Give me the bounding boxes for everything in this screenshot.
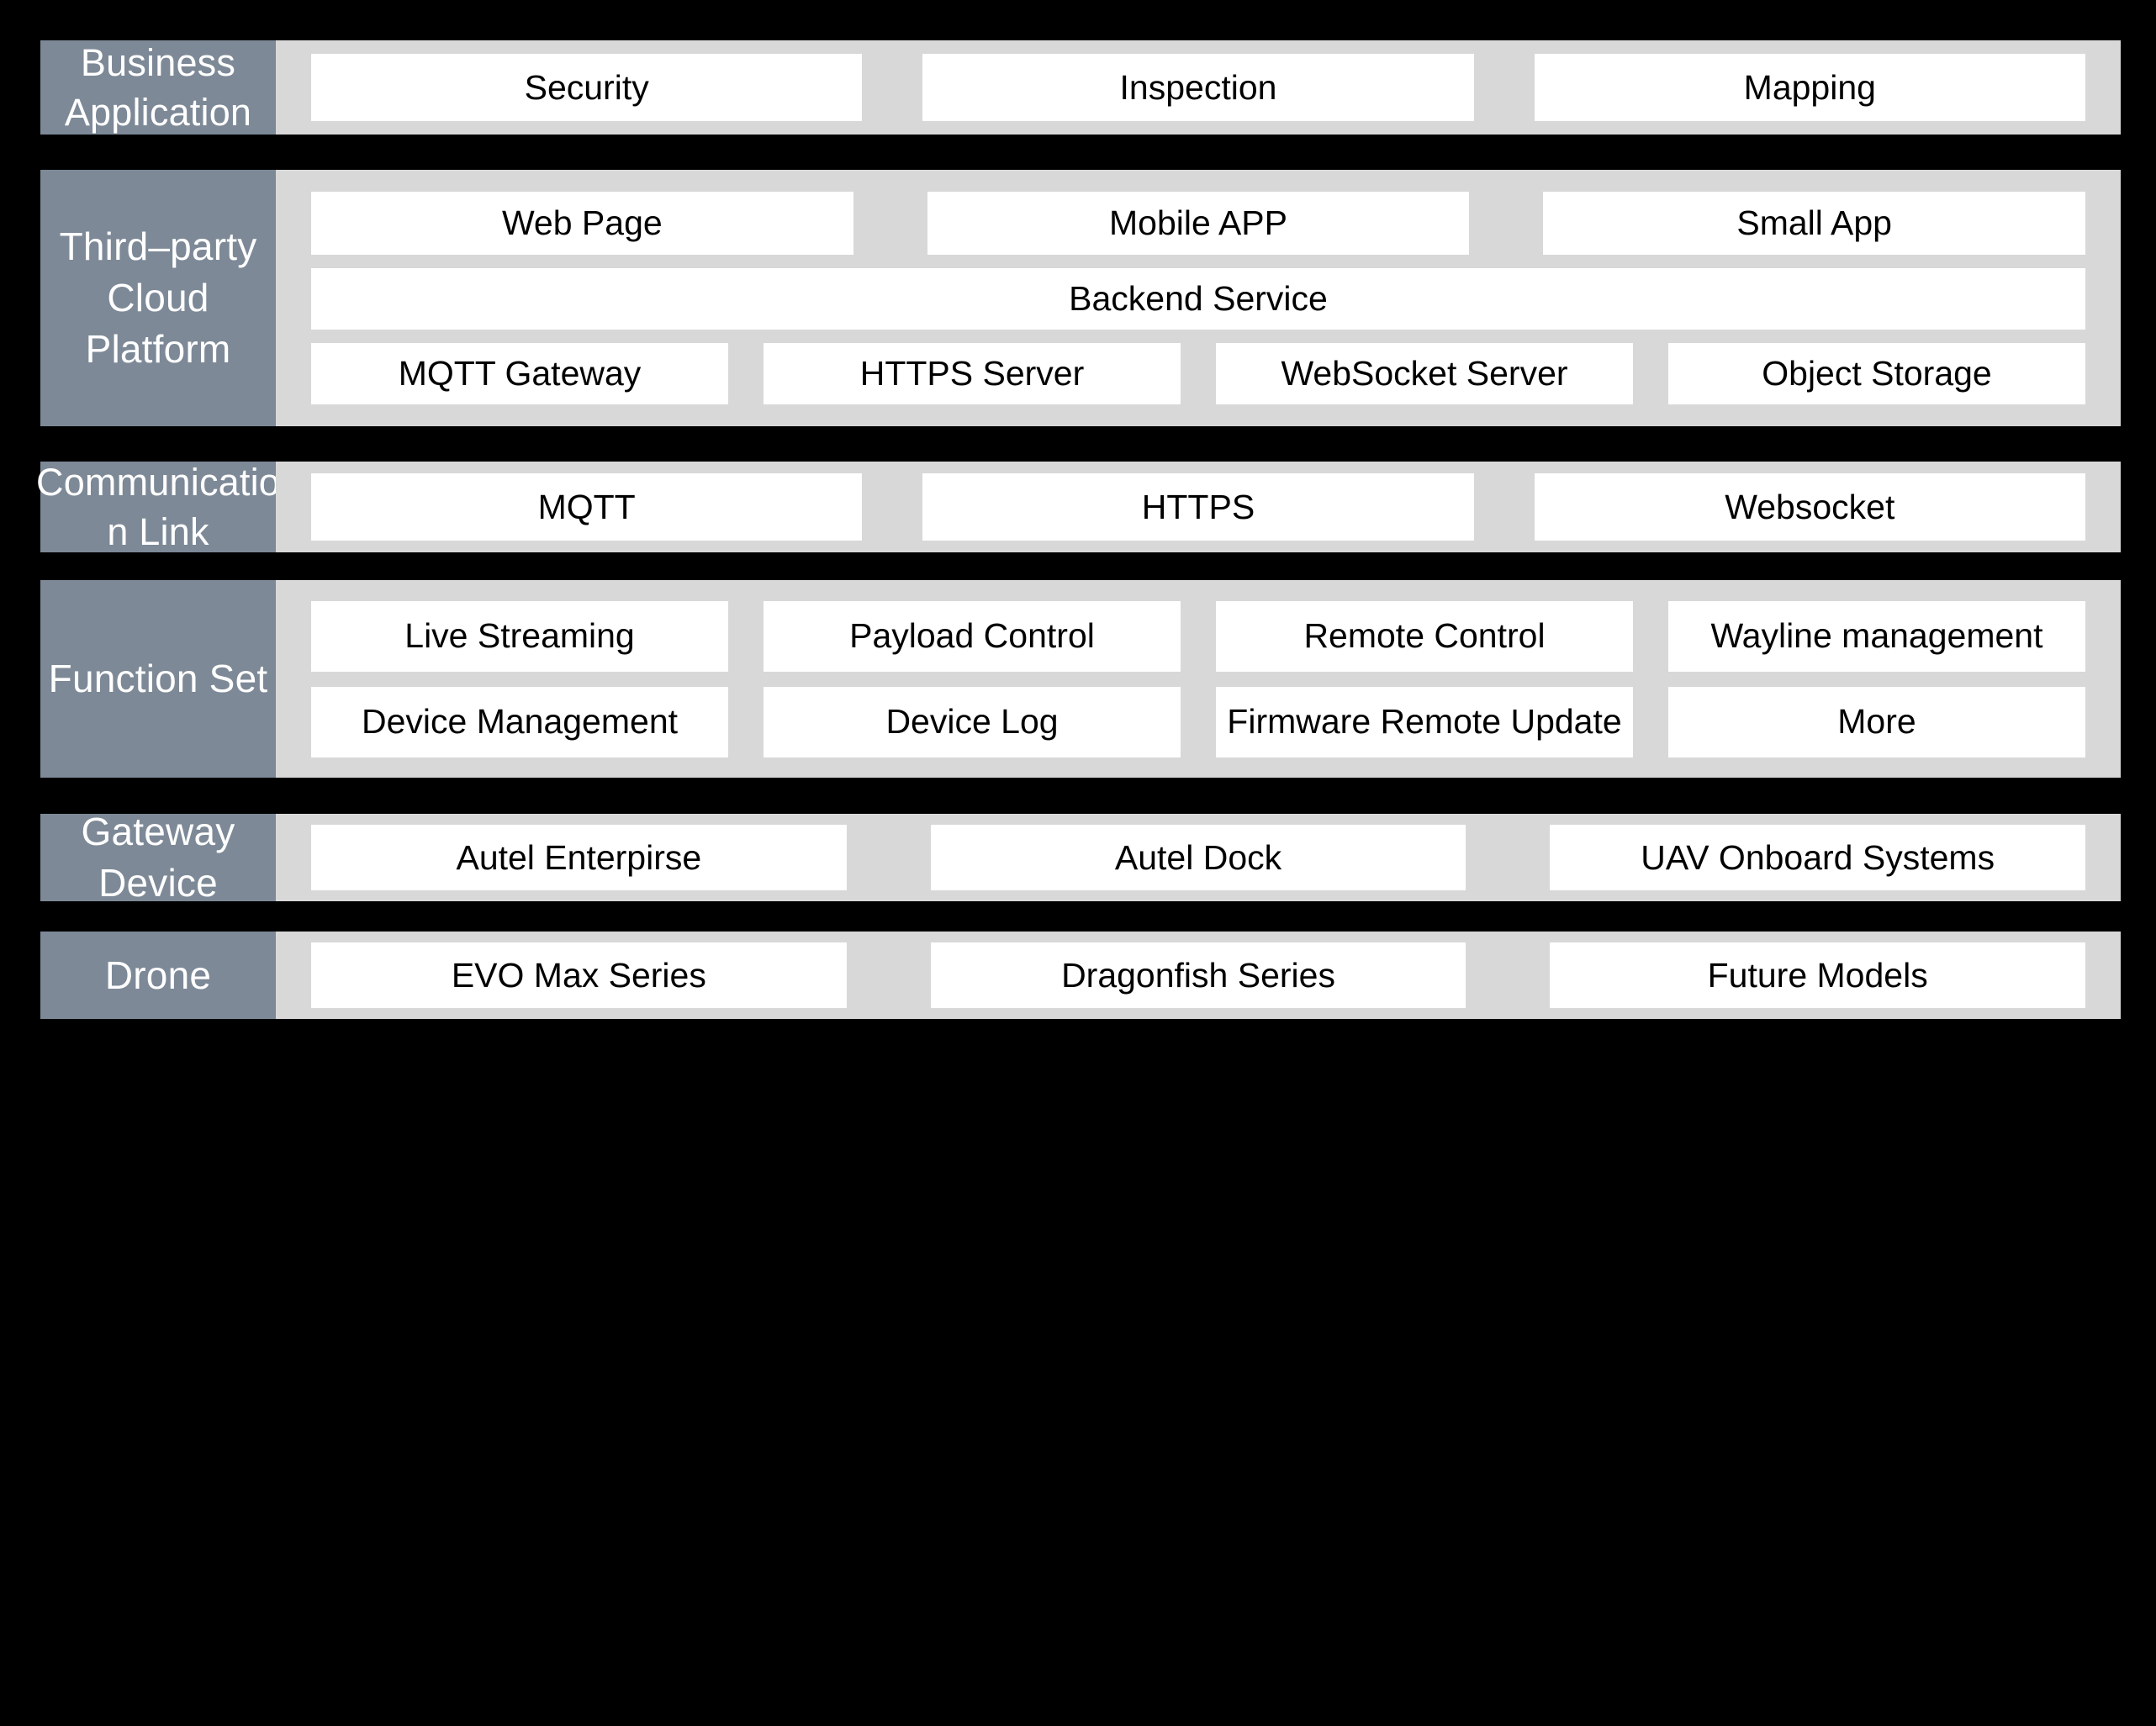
layer-label-communication-link: Communicatio n Link [36, 460, 281, 553]
layer-communication-link: Communicatio n Link MQTT HTTPS Websocket [36, 460, 2121, 553]
node-row: EVO Max Series Dragonfish Series Future … [311, 942, 2086, 1008]
node-row: Autel Enterpirse Autel Dock UAV Onboard … [311, 825, 2086, 890]
node-remote-control[interactable]: Remote Control [1216, 600, 1633, 672]
node-firmware-remote-update[interactable]: Firmware Remote Update [1216, 686, 1633, 757]
node-device-log[interactable]: Device Log [764, 686, 1181, 757]
node-device-management[interactable]: Device Management [311, 686, 728, 757]
layer-drone: Drone EVO Max Series Dragonfish Series F… [40, 932, 2121, 1019]
node-backend-service[interactable]: Backend Service [311, 267, 2085, 330]
node-autel-enterprise[interactable]: Autel Enterpirse [311, 825, 847, 890]
node-payload-control[interactable]: Payload Control [764, 600, 1181, 672]
layer-body-communication-link: MQTT HTTPS Websocket [276, 462, 2121, 552]
node-small-app[interactable]: Small App [1543, 192, 2086, 255]
node-web-page[interactable]: Web Page [311, 192, 853, 255]
node-inspection[interactable]: Inspection [922, 54, 1474, 121]
layer-third-party-cloud-platform: Third–party Cloud Platform Web Page Mobi… [40, 170, 2121, 426]
layer-label-function-set: Function Set [40, 580, 276, 778]
node-row: Backend Service [311, 267, 2085, 330]
layer-body-third-party-cloud-platform: Web Page Mobile APP Small App Backend Se… [276, 170, 2121, 426]
layer-body-gateway-device: Autel Enterpirse Autel Dock UAV Onboard … [276, 814, 2121, 901]
node-mqtt[interactable]: MQTT [311, 473, 863, 541]
layer-label-drone: Drone [40, 932, 276, 1019]
node-row: Live Streaming Payload Control Remote Co… [311, 600, 2085, 672]
node-future-models[interactable]: Future Models [1550, 942, 2086, 1008]
node-row: MQTT HTTPS Websocket [311, 473, 2085, 541]
node-https-server[interactable]: HTTPS Server [764, 342, 1181, 405]
layer-label-business-application: Business Application [40, 40, 276, 135]
node-wayline-management[interactable]: Wayline management [1668, 600, 2085, 672]
node-websocket[interactable]: Websocket [1534, 473, 2085, 541]
layer-function-set: Function Set Live Streaming Payload Cont… [40, 580, 2121, 778]
node-object-storage[interactable]: Object Storage [1668, 342, 2085, 405]
node-security[interactable]: Security [311, 54, 863, 121]
node-row: Web Page Mobile APP Small App [311, 192, 2086, 255]
node-autel-dock[interactable]: Autel Dock [930, 825, 1466, 890]
layer-business-application: Business Application Security Inspection… [40, 40, 2121, 135]
node-row: Device Management Device Log Firmware Re… [311, 686, 2085, 757]
layer-body-business-application: Security Inspection Mapping [276, 40, 2121, 135]
layer-body-function-set: Live Streaming Payload Control Remote Co… [276, 580, 2121, 778]
node-live-streaming[interactable]: Live Streaming [311, 600, 728, 672]
node-dragonfish-series[interactable]: Dragonfish Series [930, 942, 1466, 1008]
node-websocket-server[interactable]: WebSocket Server [1216, 342, 1633, 405]
node-https[interactable]: HTTPS [922, 473, 1474, 541]
node-row: MQTT Gateway HTTPS Server WebSocket Serv… [311, 342, 2085, 405]
node-evo-max-series[interactable]: EVO Max Series [311, 942, 847, 1008]
node-row: Security Inspection Mapping [311, 54, 2085, 121]
node-uav-onboard-systems[interactable]: UAV Onboard Systems [1550, 825, 2086, 890]
node-mqtt-gateway[interactable]: MQTT Gateway [311, 342, 728, 405]
layer-label-gateway-device: Gateway Device [40, 810, 276, 905]
node-mapping[interactable]: Mapping [1534, 54, 2085, 121]
layer-label-third-party-cloud-platform: Third–party Cloud Platform [40, 170, 276, 426]
node-mobile-app[interactable]: Mobile APP [927, 192, 1470, 255]
layer-gateway-device: Gateway Device Autel Enterpirse Autel Do… [40, 810, 2121, 905]
node-more[interactable]: More [1668, 686, 2085, 757]
layer-body-drone: EVO Max Series Dragonfish Series Future … [276, 932, 2121, 1019]
architecture-diagram: Business Application Security Inspection… [0, 0, 2156, 1726]
